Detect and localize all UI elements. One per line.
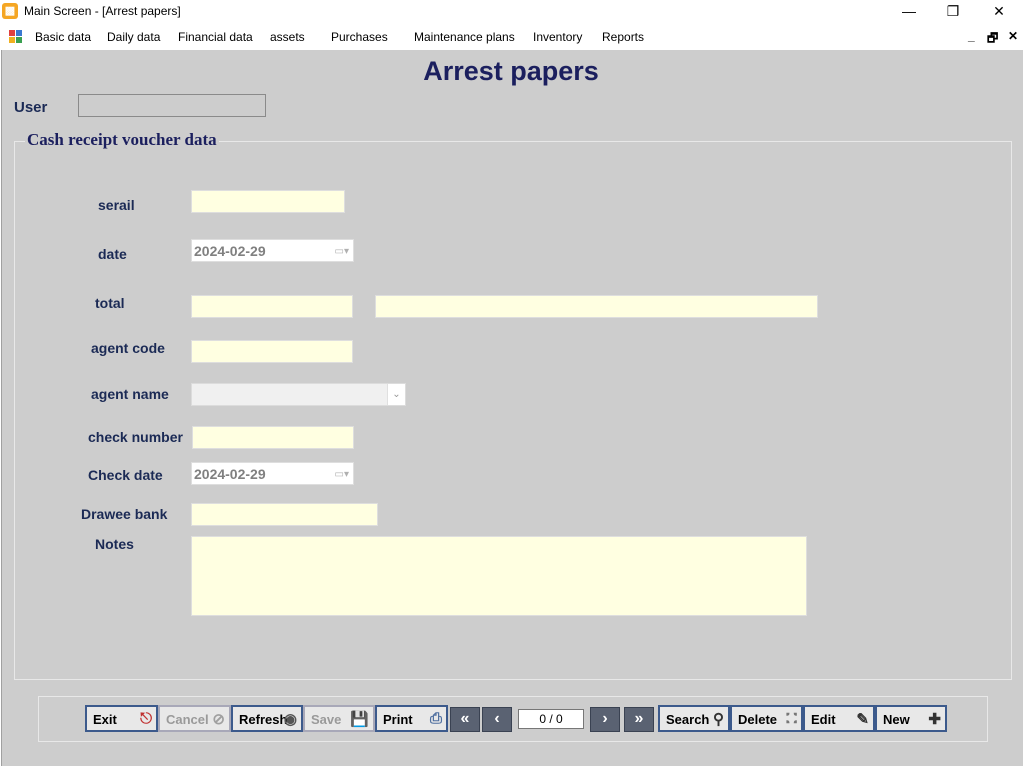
check-number-input[interactable]: [192, 426, 354, 449]
exit-button[interactable]: Exit ⎋: [85, 705, 158, 732]
record-counter[interactable]: 0 / 0: [518, 709, 584, 729]
menu-maintenance-plans[interactable]: Maintenance plans: [414, 30, 515, 44]
cancel-button[interactable]: Cancel ⊘: [158, 705, 231, 732]
minimize-button[interactable]: —: [886, 0, 932, 23]
calendar-icon[interactable]: ▭▾: [335, 469, 349, 480]
save-label: Save: [311, 712, 342, 727]
serail-label: serail: [98, 197, 135, 213]
new-label: New: [883, 712, 910, 727]
last-record-button[interactable]: »: [624, 707, 654, 732]
page-title: Arrest papers: [423, 56, 599, 86]
date-label: date: [98, 246, 127, 262]
search-button[interactable]: Search ⚲: [658, 705, 730, 732]
next-record-button[interactable]: ›: [590, 707, 620, 732]
total-input[interactable]: [191, 295, 353, 318]
menu-reports[interactable]: Reports: [602, 30, 644, 44]
delete-label: Delete: [738, 712, 778, 727]
close-button[interactable]: ✕: [976, 0, 1022, 23]
menu-bar: Basic data Daily data Financial data ass…: [0, 24, 1024, 50]
notes-textarea[interactable]: [191, 536, 807, 616]
check-date-value: 2024-02-29: [194, 466, 266, 482]
exit-label: Exit: [93, 712, 117, 727]
menu-financial-data[interactable]: Financial data: [178, 30, 253, 44]
trash-icon: ⛚: [786, 710, 797, 727]
window-title: Main Screen - [Arrest papers]: [24, 4, 181, 18]
menu-basic-data[interactable]: Basic data: [35, 30, 91, 44]
menu-purchases[interactable]: Purchases: [331, 30, 388, 44]
agent-code-label: agent code: [91, 340, 165, 356]
agent-name-select[interactable]: ⌄: [191, 383, 406, 406]
drawee-bank-input[interactable]: [191, 503, 378, 526]
edit-label: Edit: [811, 712, 836, 727]
save-icon: 💾: [350, 711, 369, 728]
pencil-icon: ✎: [856, 711, 869, 728]
printer-icon: ⎙: [429, 710, 442, 727]
total-label: total: [95, 295, 125, 311]
agent-code-input[interactable]: [191, 340, 353, 363]
delete-button[interactable]: Delete ⛚: [730, 705, 803, 732]
user-field: [78, 94, 266, 117]
menu-inventory[interactable]: Inventory: [533, 30, 582, 44]
calendar-icon[interactable]: ▭▾: [335, 246, 349, 257]
search-label: Search: [666, 712, 710, 727]
first-record-button[interactable]: «: [450, 707, 480, 732]
check-date-label: Check date: [88, 467, 163, 483]
form-client-area: Arrest papers User Cash receipt voucher …: [1, 50, 1023, 766]
edit-button[interactable]: Edit ✎: [803, 705, 875, 732]
cancel-label: Cancel: [166, 712, 209, 727]
save-button[interactable]: Save 💾: [303, 705, 375, 732]
refresh-icon: ◉: [283, 711, 297, 728]
mdi-restore-button[interactable]: 🗗: [987, 29, 998, 50]
check-date-picker[interactable]: 2024-02-29 ▭▾: [191, 462, 354, 485]
refresh-label: Refresh: [239, 712, 288, 727]
restore-button[interactable]: ❐: [930, 0, 976, 23]
previous-record-button[interactable]: ‹: [482, 707, 512, 732]
app-icon: ▩: [2, 3, 18, 19]
total-words-input[interactable]: [375, 295, 818, 318]
refresh-button[interactable]: Refresh ◉: [231, 705, 303, 732]
menu-assets[interactable]: assets: [270, 30, 305, 44]
mdi-minimize-button[interactable]: _: [968, 29, 975, 43]
search-icon: ⚲: [713, 711, 724, 728]
chevron-down-icon[interactable]: ⌄: [387, 384, 405, 405]
user-label: User: [14, 99, 48, 116]
mdi-close-button[interactable]: ✕: [1008, 29, 1018, 43]
check-number-label: check number: [88, 429, 183, 445]
print-button[interactable]: Print ⎙: [375, 705, 448, 732]
menu-daily-data[interactable]: Daily data: [107, 30, 160, 44]
mdi-app-icon: [9, 30, 23, 44]
date-value: 2024-02-29: [194, 243, 266, 259]
plus-icon: ✚: [928, 711, 941, 728]
navigation-toolbar: Exit ⎋ Cancel ⊘ Refresh ◉ Save 💾 Print ⎙…: [38, 696, 988, 742]
agent-name-label: agent name: [91, 386, 169, 402]
date-picker[interactable]: 2024-02-29 ▭▾: [191, 239, 354, 262]
serail-input[interactable]: [191, 190, 345, 213]
drawee-bank-label: Drawee bank: [81, 506, 168, 522]
group-title: Cash receipt voucher data: [25, 130, 219, 150]
notes-label: Notes: [95, 536, 134, 552]
print-label: Print: [383, 712, 413, 727]
exit-icon: ⎋: [140, 710, 152, 727]
new-button[interactable]: New ✚: [875, 705, 947, 732]
title-bar: ▩ Main Screen - [Arrest papers] — ❐ ✕: [0, 0, 1024, 23]
cancel-icon: ⊘: [212, 711, 225, 728]
